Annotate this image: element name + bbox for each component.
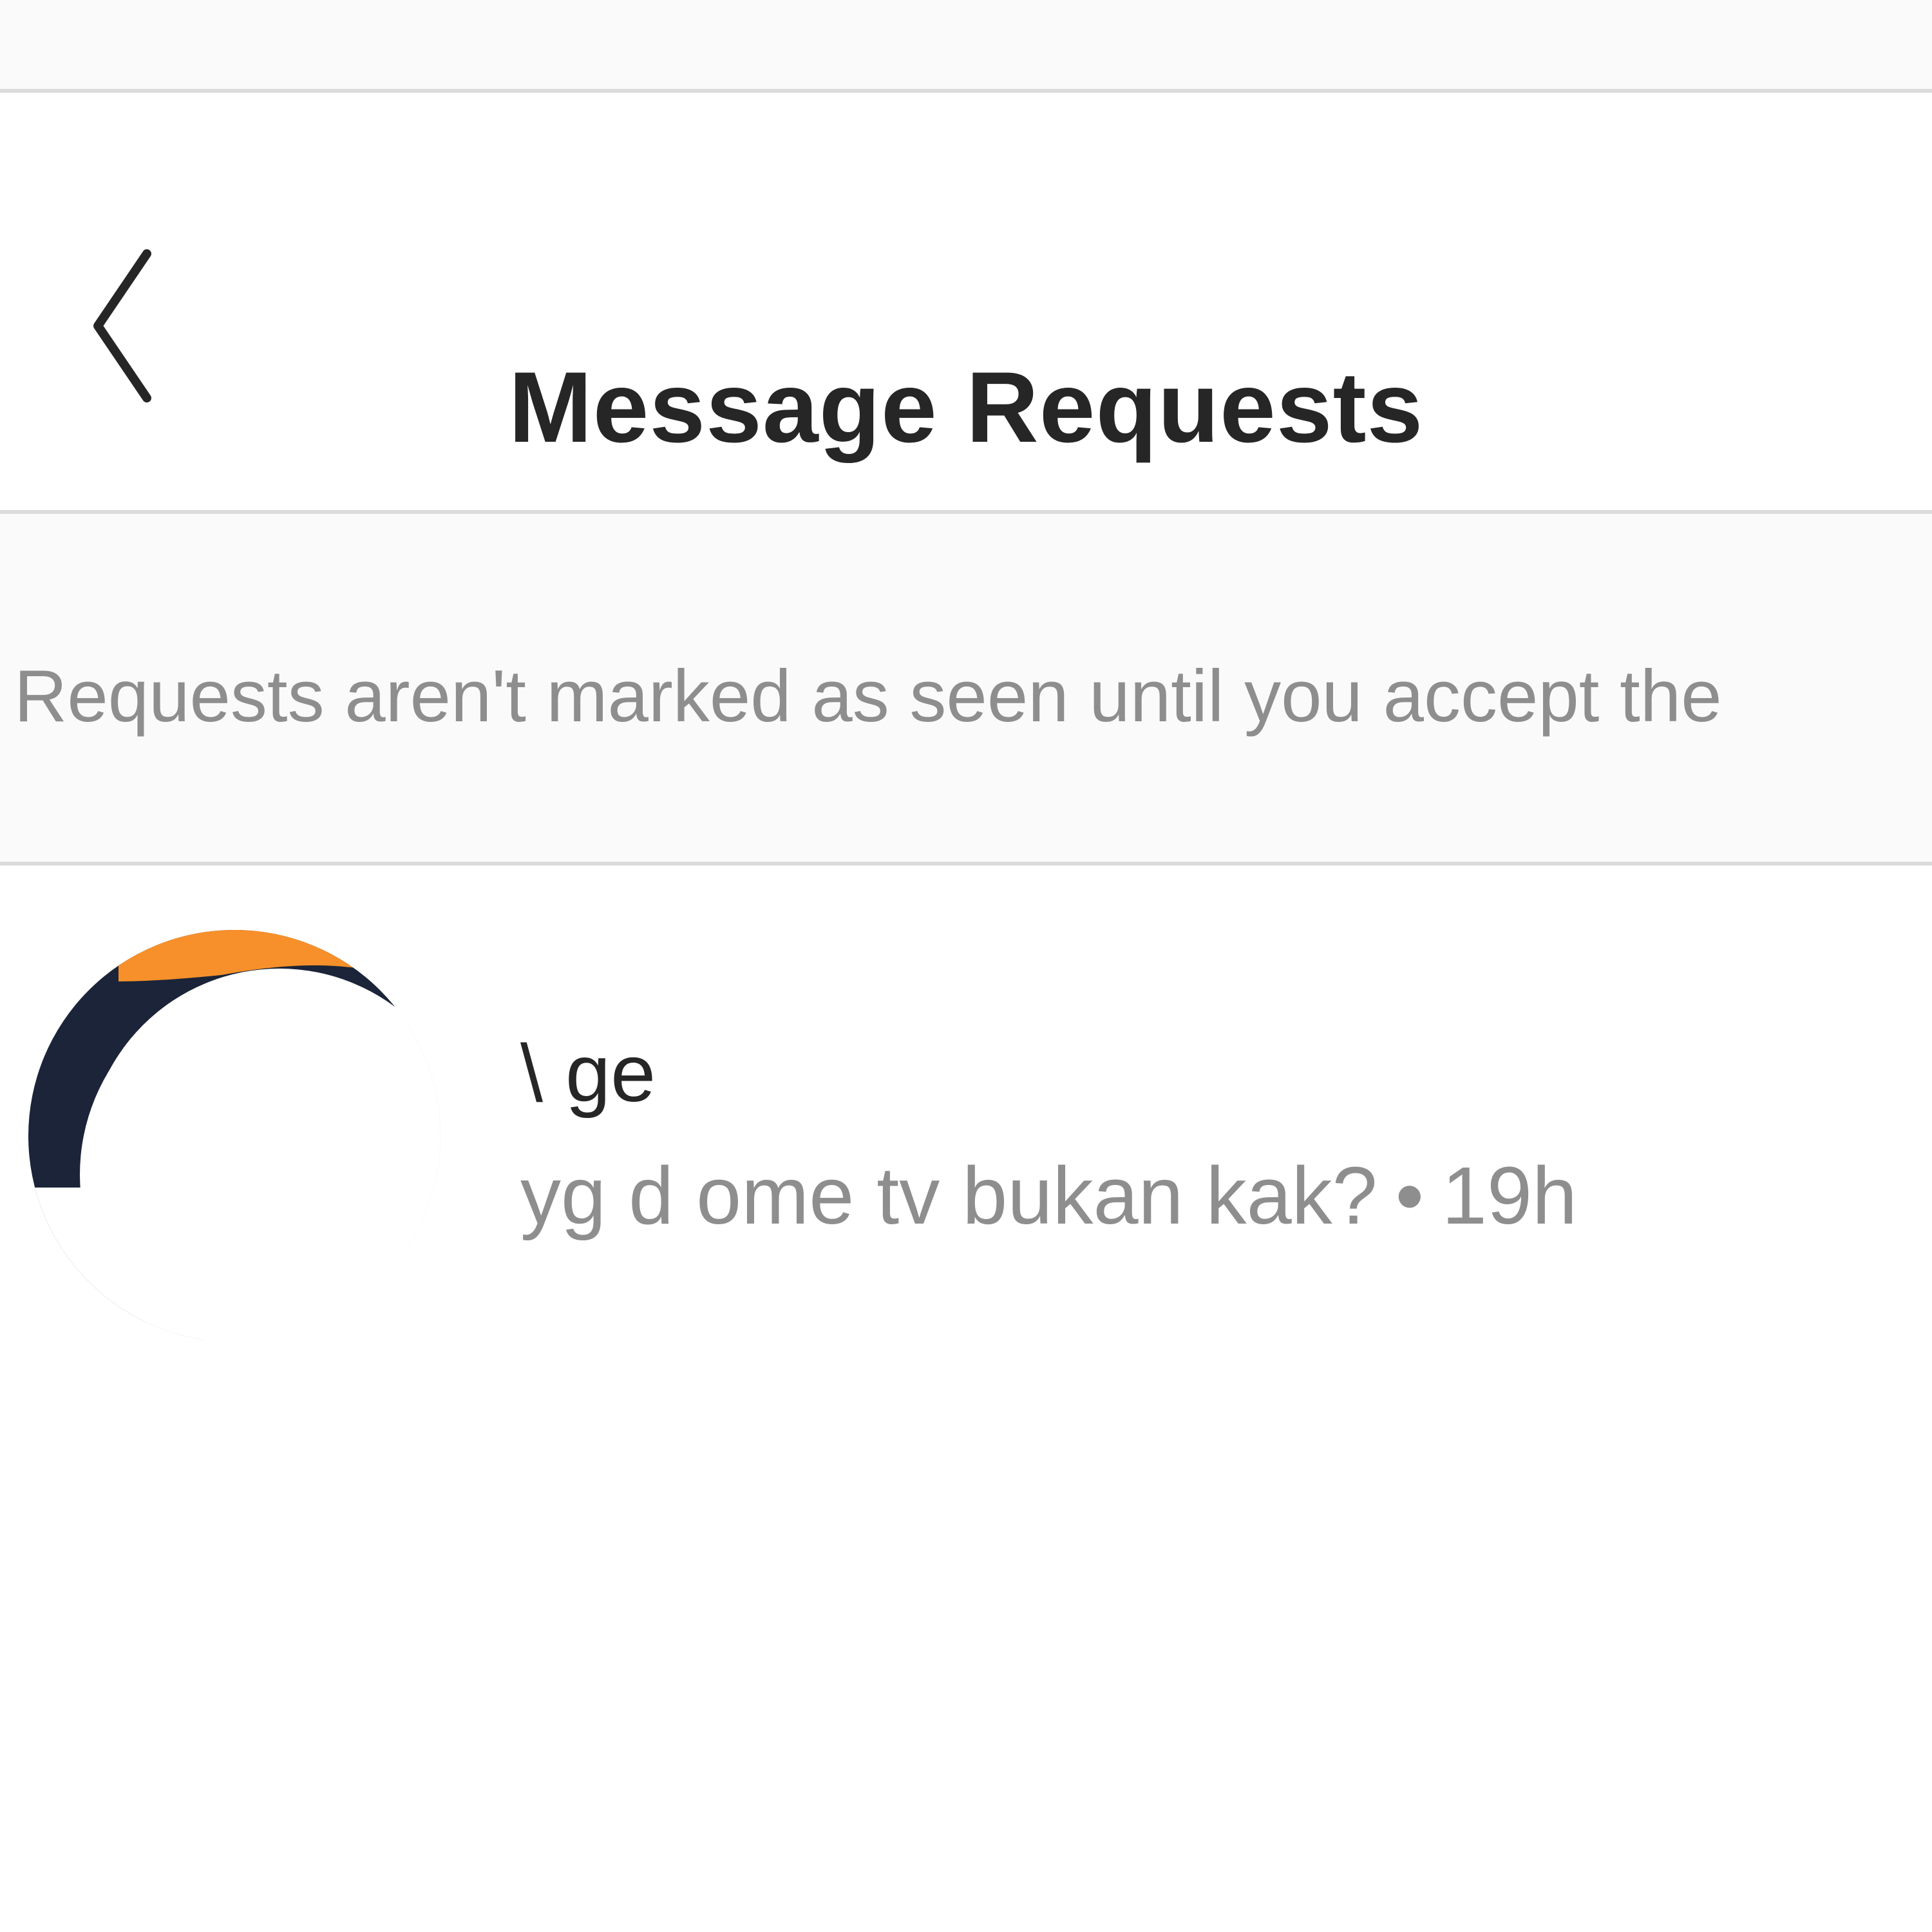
list-item[interactable]: \ ge yg d ome tv bukan kak? • 19h (0, 866, 1932, 1355)
avatar[interactable] (28, 930, 440, 1342)
requests-notice: Requests aren't marked as seen until you… (0, 514, 1932, 866)
request-message: yg d ome tv bukan kak? (520, 1150, 1378, 1241)
request-username: \ ge (520, 1028, 656, 1119)
notice-text: Requests aren't marked as seen until you… (14, 656, 1722, 737)
header: Message Requests (0, 93, 1932, 514)
request-preview: yg d ome tv bukan kak? • 19h (520, 1149, 1577, 1242)
request-time: 19h (1441, 1150, 1578, 1241)
separator-dot: • (1395, 1150, 1424, 1241)
avatar-image (28, 930, 440, 1342)
page-title: Message Requests (508, 352, 1424, 464)
top-strip (0, 0, 1932, 93)
